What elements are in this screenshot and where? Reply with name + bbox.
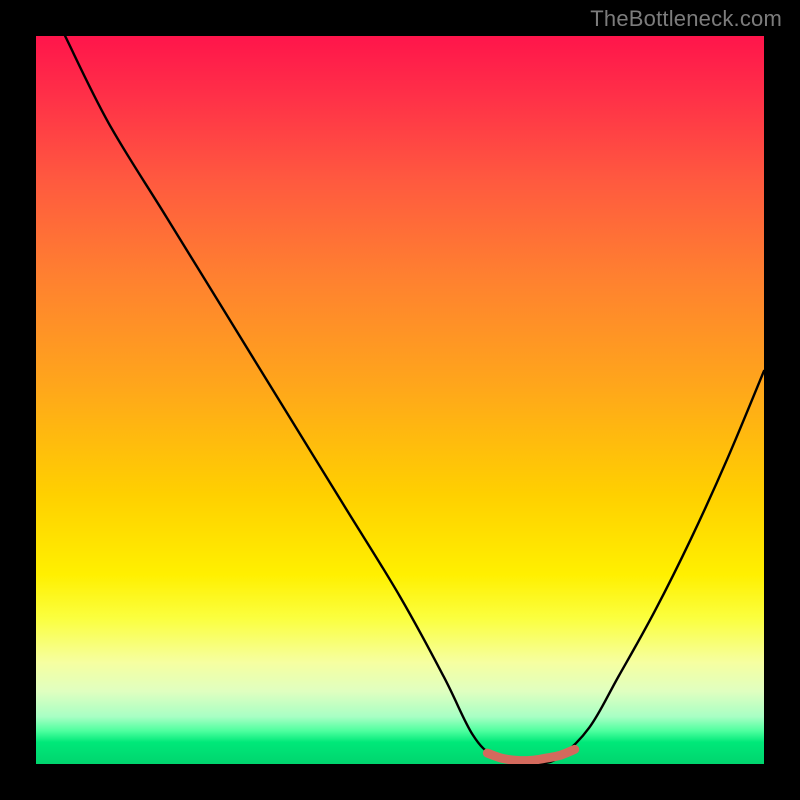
watermark-text: TheBottleneck.com — [590, 6, 782, 32]
plot-area — [36, 36, 764, 764]
curve-layer — [36, 36, 764, 764]
bottleneck-curve — [65, 36, 764, 764]
optimal-zone-curve — [487, 749, 574, 760]
chart-frame: TheBottleneck.com — [0, 0, 800, 800]
